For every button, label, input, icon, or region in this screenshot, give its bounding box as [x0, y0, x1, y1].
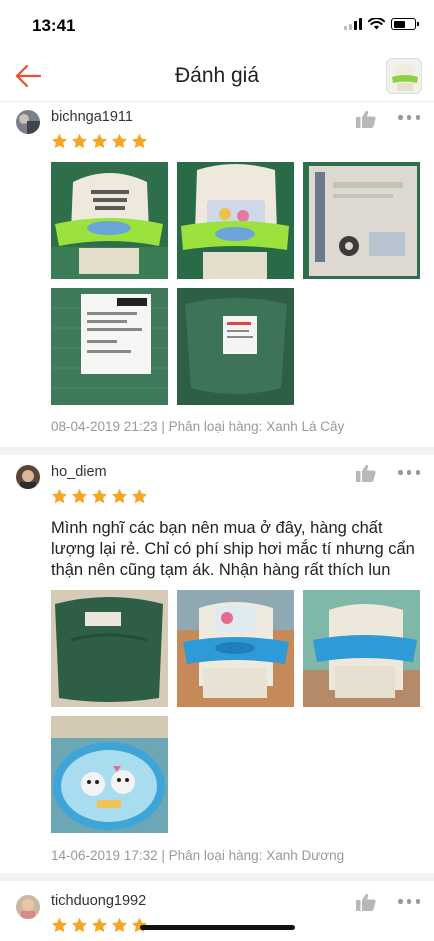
meta-separator: | — [157, 848, 169, 863]
review-photo[interactable] — [51, 716, 168, 833]
avatar[interactable] — [16, 110, 40, 134]
avatar[interactable] — [16, 465, 40, 489]
nav-bar: Đánh giá — [0, 50, 434, 102]
more-options-icon[interactable] — [398, 470, 420, 476]
more-options-icon[interactable] — [398, 115, 420, 121]
review-photo[interactable] — [51, 590, 168, 707]
thumbs-up-icon[interactable] — [356, 110, 376, 128]
review-photo[interactable] — [177, 288, 294, 405]
product-thumbnail[interactable] — [386, 58, 422, 94]
star-icon — [72, 917, 87, 933]
star-icon — [112, 917, 127, 933]
chair-icon — [387, 59, 421, 93]
star-icon — [92, 488, 107, 504]
home-indicator[interactable] — [140, 925, 295, 930]
review-date: 14-06-2019 17:32 — [51, 848, 158, 863]
review-card: ho_diem Mình nghĩ các bạn nên mua ở đây,… — [0, 455, 434, 873]
review-photo[interactable] — [51, 162, 168, 279]
rating-stars — [51, 917, 148, 934]
review-date: 08-04-2019 21:23 — [51, 419, 158, 434]
review-meta: 14-06-2019 17:32 | Phân loại hàng: Xanh … — [51, 848, 344, 863]
status-icons — [344, 18, 419, 30]
review-divider — [0, 873, 434, 881]
username[interactable]: ho_diem — [51, 464, 107, 480]
star-icon — [112, 488, 127, 504]
review-card: bichnga1911 08-04-2019 21:23 | Phân loại… — [0, 102, 434, 447]
review-card: tichduong1992 — [0, 881, 434, 941]
star-icon — [132, 488, 147, 504]
star-icon — [72, 133, 87, 149]
star-icon — [52, 133, 67, 149]
star-icon — [132, 133, 147, 149]
review-photo[interactable] — [177, 590, 294, 707]
review-photo[interactable] — [303, 590, 420, 707]
review-meta: 08-04-2019 21:23 | Phân loại hàng: Xanh … — [51, 419, 344, 434]
battery-icon — [391, 18, 419, 30]
username[interactable]: tichduong1992 — [51, 893, 146, 909]
avatar[interactable] — [16, 895, 40, 919]
star-icon — [52, 488, 67, 504]
battery-level — [393, 20, 405, 28]
star-icon — [92, 133, 107, 149]
review-variant: Phân loại hàng: Xanh Lá Cây — [168, 419, 345, 434]
username[interactable]: bichnga1911 — [51, 109, 133, 125]
star-icon — [72, 488, 87, 504]
rating-stars — [51, 488, 148, 505]
more-options-icon[interactable] — [398, 899, 420, 905]
star-icon — [52, 917, 67, 933]
review-photo[interactable] — [177, 162, 294, 279]
page-title: Đánh giá — [174, 64, 260, 87]
thumbs-up-icon[interactable] — [356, 464, 376, 482]
star-icon — [112, 133, 127, 149]
status-time: 13:41 — [32, 16, 76, 35]
meta-separator: | — [157, 419, 169, 434]
review-variant: Phân loại hàng: Xanh Dương — [168, 848, 345, 863]
thumbs-up-icon[interactable] — [356, 893, 376, 911]
star-icon — [92, 917, 107, 933]
review-text: Mình nghĩ các bạn nên mua ở đây, hàng ch… — [51, 519, 415, 579]
review-photo[interactable] — [51, 288, 168, 405]
review-photo[interactable] — [303, 162, 420, 279]
wifi-icon — [368, 18, 385, 30]
rating-stars — [51, 133, 148, 150]
status-bar: 13:41 — [0, 0, 434, 50]
signal-icon — [344, 18, 362, 30]
review-divider — [0, 447, 434, 455]
